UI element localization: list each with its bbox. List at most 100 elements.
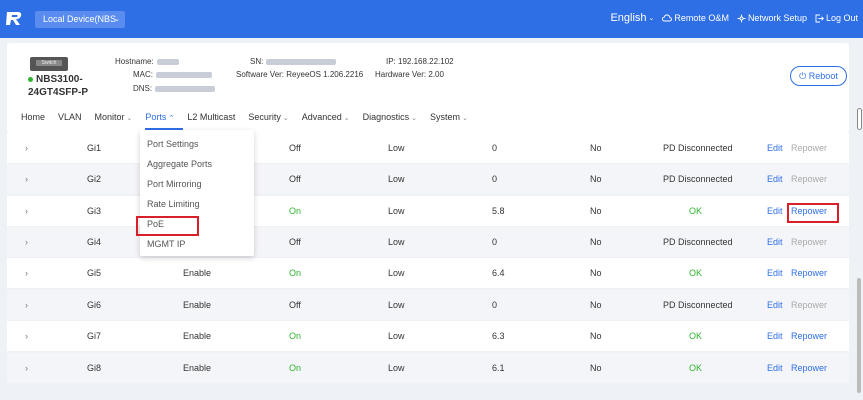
edit-link[interactable]: Edit xyxy=(767,363,783,373)
menu-security[interactable]: Security ⌄ xyxy=(248,112,288,122)
expand-chevron-icon[interactable]: › xyxy=(25,143,28,153)
menu-l2-multicast[interactable]: L2 Multicast xyxy=(187,112,235,122)
chevron-down-icon: ⌄ xyxy=(648,15,655,22)
menu-vlan[interactable]: VLAN xyxy=(58,112,82,122)
edit-link[interactable]: Edit xyxy=(767,237,783,247)
chevron-up-icon: ⌃ xyxy=(168,115,175,122)
repower-link[interactable]: Repower xyxy=(791,268,827,278)
expand-chevron-icon[interactable]: › xyxy=(25,268,28,278)
poe-highlight-box xyxy=(136,216,199,236)
scrollbar-thumb-top[interactable] xyxy=(857,108,862,130)
enable-value: Enable xyxy=(183,331,212,341)
pd-status: PD Disconnected xyxy=(663,143,733,153)
remote-om-link[interactable]: Remote O&M xyxy=(662,13,729,23)
enable-value: Enable xyxy=(183,268,212,278)
ruijie-logo-icon[interactable] xyxy=(4,8,24,28)
repower-link[interactable]: Repower xyxy=(791,331,827,341)
port-name: Gi2 xyxy=(87,174,102,184)
power-value: 0 xyxy=(492,300,498,310)
repower-link[interactable]: Repower xyxy=(791,300,827,310)
nonstandard-value: No xyxy=(590,363,602,373)
port-name: Gi5 xyxy=(87,268,102,278)
power-value: 0 xyxy=(492,237,498,247)
table-row: › Gi4 Off Low 0 No PD Disconnected Edit … xyxy=(7,227,849,257)
edit-link[interactable]: Edit xyxy=(767,174,783,184)
priority-value: Low xyxy=(388,174,405,184)
menu-ports-label: Ports xyxy=(145,112,167,122)
hardware-info: Hardware Ver: 2.00 xyxy=(375,70,444,79)
logout-link[interactable]: Log Out xyxy=(815,13,858,23)
network-setup-link[interactable]: Network Setup xyxy=(737,13,807,23)
port-name: Gi4 xyxy=(87,237,102,247)
dropdown-aggregate-ports[interactable]: Aggregate Ports xyxy=(147,159,212,169)
enable-value: Enable xyxy=(183,300,212,310)
dropdown-port-mirroring[interactable]: Port Mirroring xyxy=(147,179,202,189)
table-row: › Gi8 Enable On Low 6.1 No OK Edit Repow… xyxy=(7,353,849,383)
repower-link[interactable]: Repower xyxy=(791,237,827,247)
menu-diagnostics-label: Diagnostics xyxy=(362,112,410,122)
scrollbar-thumb[interactable] xyxy=(857,278,861,393)
nonstandard-value: No xyxy=(590,331,602,341)
table-row: › Gi7 Enable On Low 6.3 No OK Edit Repow… xyxy=(7,321,849,351)
dropdown-mgmt-ip[interactable]: MGMT IP xyxy=(147,239,185,249)
repower-link[interactable]: Repower xyxy=(791,363,827,373)
sn-info: SN: xyxy=(250,57,337,66)
menu-diagnostics[interactable]: Diagnostics ⌄ xyxy=(363,112,417,122)
edit-link[interactable]: Edit xyxy=(767,331,783,341)
hostname-label: Hostname: xyxy=(115,57,154,66)
status-value: Off xyxy=(289,237,301,247)
chevron-down-icon: ⌄ xyxy=(282,115,289,122)
edit-link[interactable]: Edit xyxy=(767,143,783,153)
pd-status: OK xyxy=(689,331,703,341)
dropdown-port-settings[interactable]: Port Settings xyxy=(147,139,199,149)
port-name: Gi7 xyxy=(87,331,102,341)
menu-ports[interactable]: Ports ⌃ xyxy=(145,112,174,122)
menu-home[interactable]: Home xyxy=(21,112,45,122)
repower-link[interactable]: Repower xyxy=(791,174,827,184)
status-value: On xyxy=(289,268,302,278)
status-value: Off xyxy=(289,174,301,184)
priority-value: Low xyxy=(388,206,405,216)
table-row: › Gi2 Off Low 0 No PD Disconnected Edit … xyxy=(7,164,849,194)
device-select-label: Local Device(NBS xyxy=(43,14,117,24)
expand-chevron-icon[interactable]: › xyxy=(25,206,28,216)
mac-label: MAC: xyxy=(133,70,153,79)
expand-chevron-icon[interactable]: › xyxy=(25,331,28,341)
redacted-value xyxy=(156,71,212,78)
edit-link[interactable]: Edit xyxy=(767,206,783,216)
expand-chevron-icon[interactable]: › xyxy=(25,174,28,184)
nonstandard-value: No xyxy=(590,268,602,278)
edit-link[interactable]: Edit xyxy=(767,300,783,310)
menu-system[interactable]: System ⌄ xyxy=(430,112,468,122)
menu-monitor-label: Monitor xyxy=(94,112,125,122)
port-name: Gi3 xyxy=(87,206,102,216)
switch-icon-label: Switch xyxy=(36,60,62,66)
power-icon: ⏻ xyxy=(799,71,807,81)
port-name: Gi1 xyxy=(87,143,102,153)
expand-chevron-icon[interactable]: › xyxy=(25,300,28,310)
top-bar: Local Device(NBS ⌄ English ⌄ Remote O&M … xyxy=(0,0,863,38)
status-value: On xyxy=(289,331,302,341)
model-line-2: 24GT4SFP-P xyxy=(28,87,89,98)
ports-dropdown-menu: Port Settings Aggregate Ports Port Mirro… xyxy=(140,130,254,256)
chevron-down-icon: ⌄ xyxy=(411,115,418,122)
priority-value: Low xyxy=(388,268,405,278)
language-select[interactable]: English ⌄ xyxy=(610,12,654,24)
logout-icon xyxy=(815,14,824,22)
menu-advanced[interactable]: Advanced ⌄ xyxy=(302,112,350,122)
pd-status: OK xyxy=(689,268,703,278)
device-select[interactable]: Local Device(NBS ⌄ xyxy=(35,11,125,28)
expand-chevron-icon[interactable]: › xyxy=(25,363,28,373)
chevron-down-icon: ⌄ xyxy=(126,115,133,122)
pd-status: OK xyxy=(689,206,703,216)
edit-link[interactable]: Edit xyxy=(767,268,783,278)
nonstandard-value: No xyxy=(590,174,602,184)
expand-chevron-icon[interactable]: › xyxy=(25,237,28,247)
dropdown-rate-limiting[interactable]: Rate Limiting xyxy=(147,199,200,209)
power-value: 0 xyxy=(492,174,498,184)
cloud-icon xyxy=(662,14,673,22)
reboot-button[interactable]: ⏻ Reboot xyxy=(790,66,847,86)
repower-link[interactable]: Repower xyxy=(791,143,827,153)
menu-monitor[interactable]: Monitor ⌄ xyxy=(95,112,133,122)
menu-security-label: Security xyxy=(248,112,281,122)
